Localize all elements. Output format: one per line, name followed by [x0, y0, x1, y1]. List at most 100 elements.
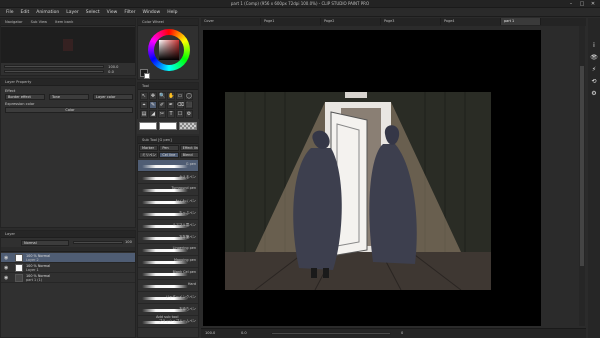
tool-button[interactable]: ▭ [176, 92, 184, 100]
menu-layer[interactable]: Layer [66, 10, 79, 15]
tab-item-bank[interactable]: Item bank [55, 19, 73, 25]
tool-button[interactable]: ✋ [167, 92, 175, 100]
status-position: 0 [401, 331, 404, 335]
horizontal-scrollbar[interactable] [271, 332, 391, 335]
sub-tool-item[interactable]: ミスマル雲ペン [138, 220, 198, 232]
zoom-slider[interactable] [4, 65, 104, 68]
window-title: part 1 (Comp) (956 x 600px 72dpi 100.0%)… [230, 1, 370, 6]
sub-tool-group-millipen[interactable]: ミリペン [139, 152, 159, 158]
maximize-button[interactable]: □ [577, 0, 587, 8]
tab-cover[interactable]: Cover [201, 18, 261, 25]
layer-row[interactable]: ◉ 100 % Normal Layer 2 [1, 253, 135, 263]
white-swatch[interactable] [139, 122, 157, 130]
tool-button[interactable]: ⌖ [140, 101, 148, 109]
sub-tool-group-effect-line[interactable]: Effect line [179, 145, 199, 151]
menu-filter[interactable]: Filter [124, 10, 135, 15]
minimize-button[interactable]: – [566, 0, 576, 8]
tool-button[interactable]: ◯ [185, 92, 193, 100]
sub-tool-group-cel-line[interactable]: Cel line [159, 152, 179, 158]
tool-button[interactable]: 🔍 [158, 92, 166, 100]
history-icon[interactable]: ⟲ [590, 78, 598, 86]
menu-select[interactable]: Select [86, 10, 100, 15]
flash-icon[interactable]: ⚡ [590, 66, 598, 74]
blend-mode-select[interactable]: Normal [21, 240, 69, 246]
tool-button[interactable]: ⌫ [176, 101, 184, 109]
menu-view[interactable]: View [107, 10, 118, 15]
layer-row[interactable]: ◉ 100 % Normal Layer 1 [1, 263, 135, 273]
settings-icon[interactable]: ⚙ [590, 90, 598, 98]
sub-tool-group-marker[interactable]: Marker [139, 145, 159, 151]
tab-tool[interactable]: Tool [138, 83, 198, 90]
menu-edit[interactable]: Edit [21, 10, 30, 15]
tab-part-1[interactable]: part 1 [501, 18, 541, 25]
hue-ring[interactable] [148, 29, 190, 71]
sub-tool-item[interactable]: Mapping pen [138, 256, 198, 268]
sub-tool-item[interactable]: ジャギーインクペン [138, 292, 198, 304]
expression-color-select[interactable]: Color [5, 107, 133, 113]
sub-tool-item[interactable]: ちっぷペン [138, 208, 198, 220]
sub-tool-item[interactable]: わくわくペン [138, 196, 198, 208]
tab-color-wheel[interactable]: Color Wheel [138, 19, 198, 26]
layer-color-button[interactable]: Layer color [93, 94, 133, 100]
menu-help[interactable]: Help [167, 10, 177, 15]
sub-tool-group-blend[interactable]: Blend [179, 152, 199, 158]
tool-button[interactable]: ✐ [158, 101, 166, 109]
add-sub-tool-button[interactable]: Add sub tool [156, 315, 178, 319]
close-button[interactable]: ✕ [588, 0, 598, 8]
sub-tool-item[interactable]: G pen [138, 160, 198, 172]
eye-icon[interactable]: ◉ [4, 275, 8, 281]
opacity-slider[interactable] [73, 241, 123, 244]
camera-icon[interactable]: 👁 [590, 54, 598, 62]
menu-file[interactable]: File [6, 10, 14, 15]
tab-page4[interactable]: Page4 [441, 18, 501, 25]
white-swatch-2[interactable] [159, 122, 177, 130]
tool-button[interactable]: ▤ [140, 110, 148, 118]
eye-icon[interactable]: ◉ [4, 265, 8, 271]
canvas-area[interactable] [201, 26, 586, 328]
document-tab-bar: Cover Page1 Page2 Page3 Page4 part 1 [201, 18, 586, 26]
vertical-scrollbar[interactable] [579, 26, 585, 326]
menu-window[interactable]: Window [142, 10, 160, 15]
tool-button[interactable]: T [167, 110, 175, 118]
tool-button[interactable]: ✒ [167, 101, 175, 109]
sub-tool-label: お待ちペン [179, 307, 196, 311]
menu-animation[interactable]: Animation [36, 10, 59, 15]
tab-sub-view[interactable]: Sub View [31, 19, 48, 25]
sub-tool-item[interactable]: Lingering pen [138, 244, 198, 256]
tab-page1[interactable]: Page1 [261, 18, 321, 25]
tool-button[interactable]: ⚙ [185, 110, 193, 118]
tool-button[interactable]: ☐ [176, 110, 184, 118]
tool-button[interactable]: ✎ [149, 101, 157, 109]
tool-button[interactable]: ◢ [149, 110, 157, 118]
rotate-slider[interactable] [4, 70, 104, 73]
sub-tool-item[interactable]: Turnround pen [138, 184, 198, 196]
sub-tool-item[interactable]: Hard [138, 280, 198, 292]
sub-tool-label: かえるペン [179, 175, 196, 179]
sub-tool-item[interactable]: 万年筆ペン [138, 232, 198, 244]
tab-page3[interactable]: Page3 [381, 18, 441, 25]
canvas-document[interactable] [203, 30, 541, 326]
tab-sub-tool[interactable]: Sub Tool [G pen] [138, 137, 198, 144]
tab-navigator[interactable]: Navigator [5, 19, 23, 25]
sub-tool-group-pen[interactable]: Pen [159, 145, 179, 151]
eye-icon[interactable]: ◉ [4, 255, 8, 261]
tone-button[interactable]: Tone [49, 94, 89, 100]
navigator-preview[interactable] [1, 27, 135, 63]
sub-color-swatch[interactable] [144, 73, 150, 79]
tab-layer-property[interactable]: Layer Property [1, 79, 135, 86]
border-effect-button[interactable]: Border effect [5, 94, 45, 100]
status-angle: 0.0 [241, 331, 247, 335]
tab-page2[interactable]: Page2 [321, 18, 381, 25]
info-icon[interactable]: i [590, 42, 598, 50]
sub-tool-item[interactable]: Blank Cel pen [138, 268, 198, 280]
saturation-value-square[interactable] [159, 40, 179, 60]
tool-button[interactable]: ✂ [158, 110, 166, 118]
angle-value: 0.0 [108, 70, 114, 74]
transparent-swatch[interactable] [179, 122, 197, 130]
tab-layer[interactable]: Layer [1, 231, 135, 238]
layer-row[interactable]: ◉ 100 % Normal part 1 (1) [1, 273, 135, 283]
sub-tool-item[interactable]: かえるペン [138, 172, 198, 184]
tool-button[interactable]: ⬛ [185, 101, 193, 109]
tool-button[interactable]: ↖ [140, 92, 148, 100]
tool-button[interactable]: ✥ [149, 92, 157, 100]
